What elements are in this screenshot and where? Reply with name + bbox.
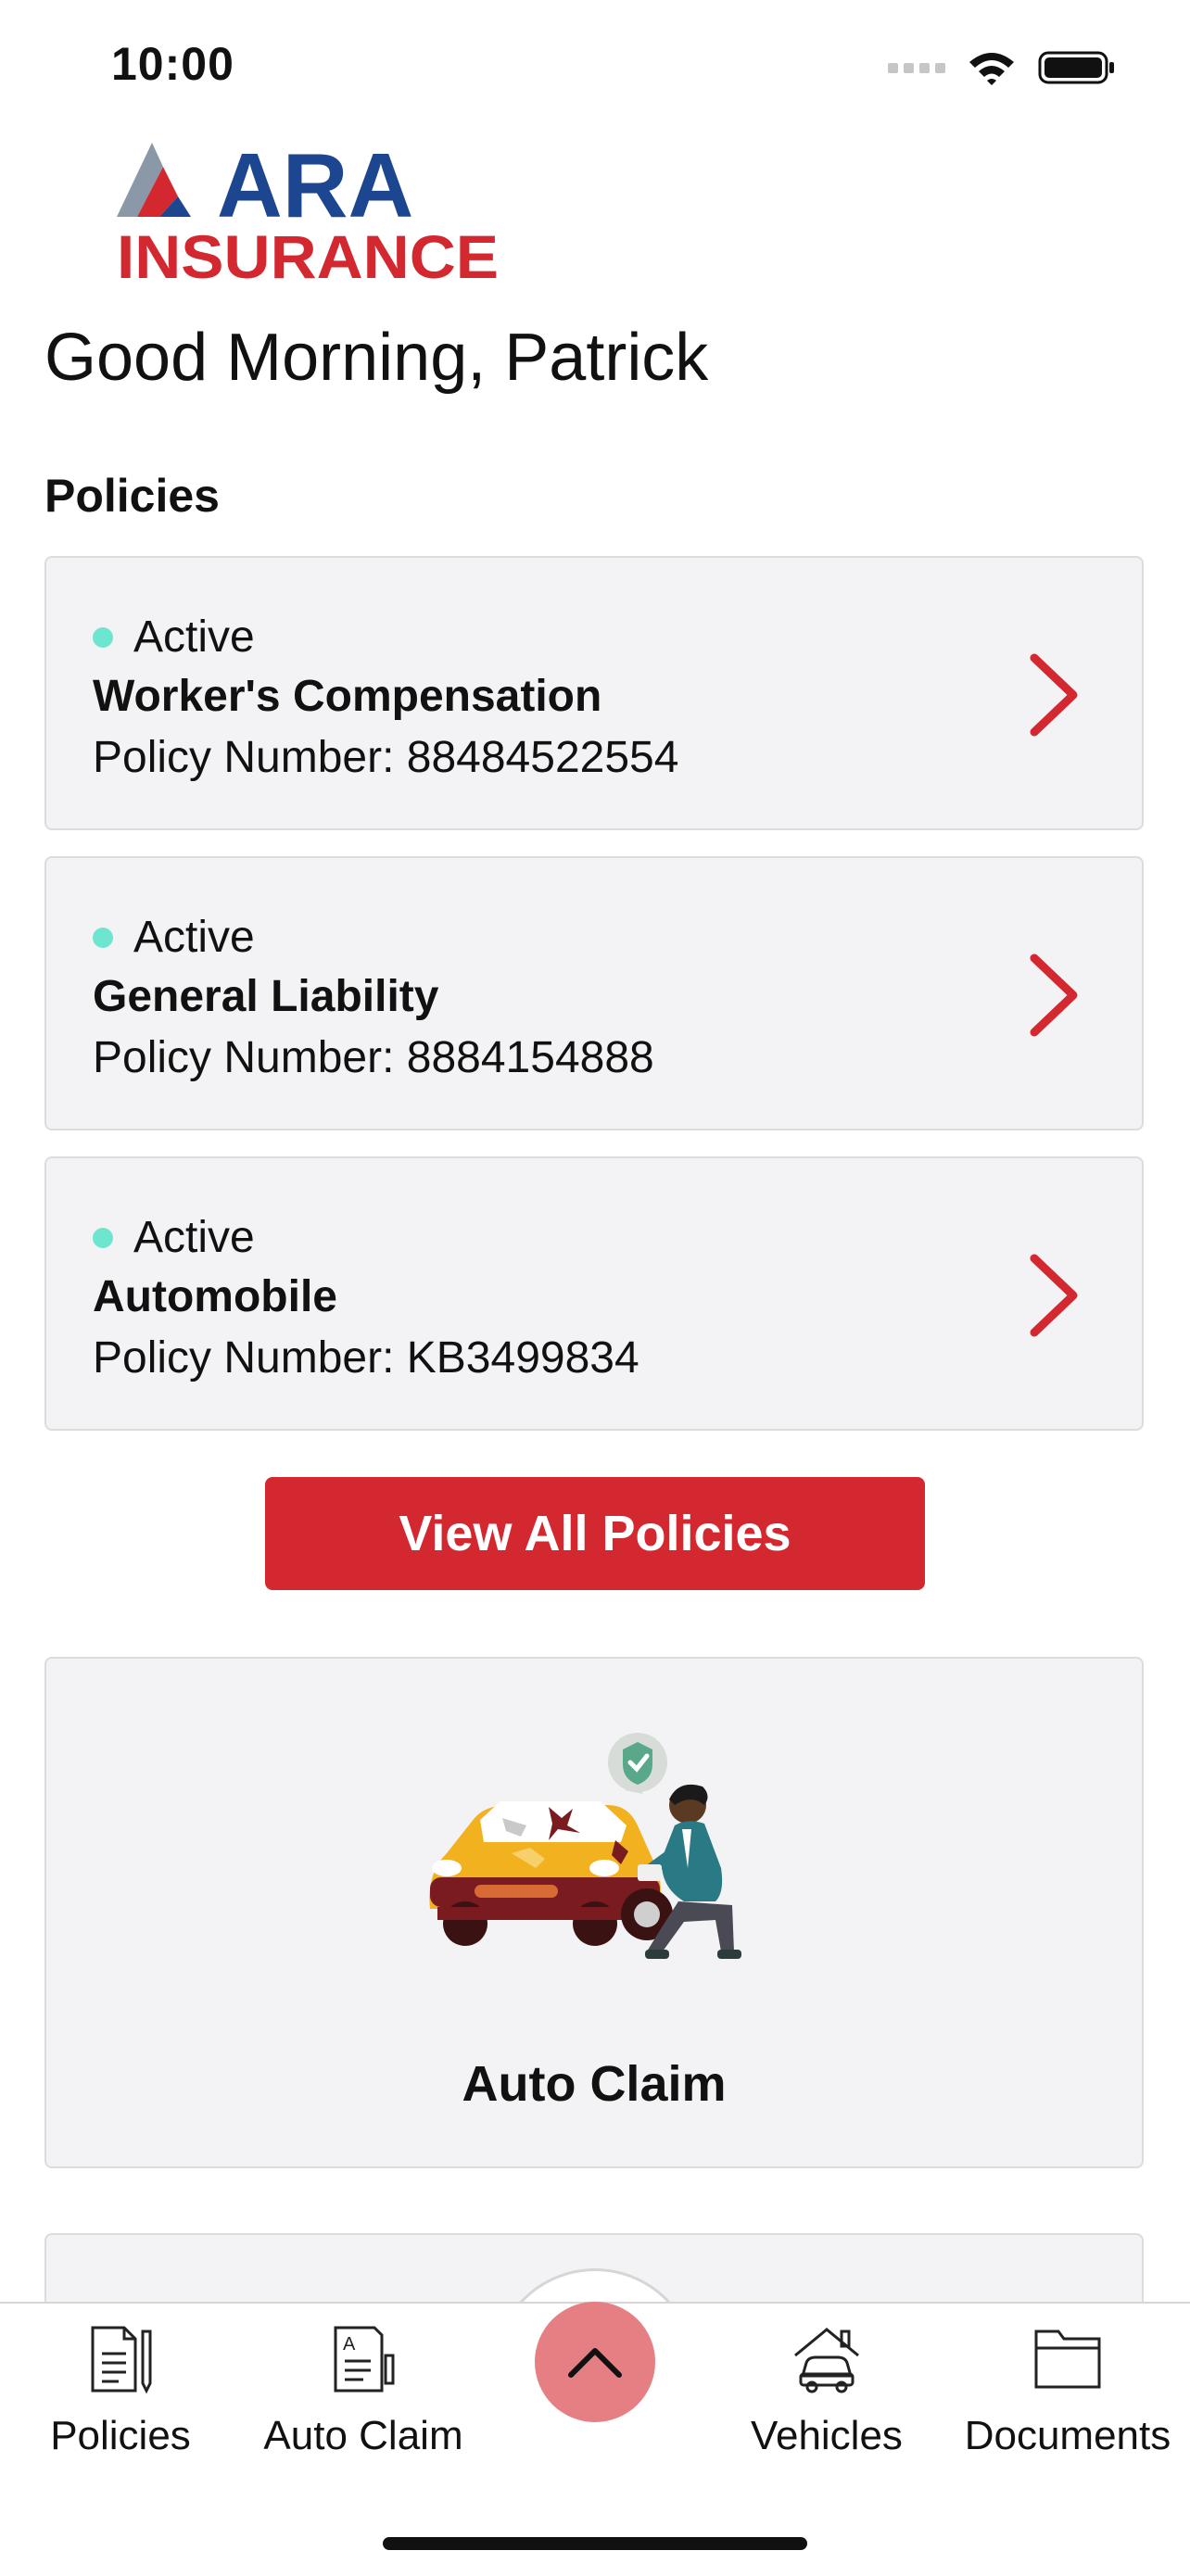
policy-status: Active [93,912,255,963]
policy-status: Active [93,1212,255,1263]
svg-text:INSURANCE: INSURANCE [117,222,499,287]
active-status-dot [93,1227,113,1248]
tab-auto-claim[interactable]: A Auto Claim [252,2322,475,2459]
chevron-right-icon[interactable] [1021,1251,1086,1340]
tab-label: Documents [964,2413,1171,2458]
cellular-signal-icon [888,62,945,73]
policy-card-automobile[interactable]: Active Automobile Policy Number: KB34998… [44,1156,1144,1431]
auto-claim-title: Auto Claim [462,2056,727,2112]
car-damage-illustration [429,1733,741,1959]
policy-number: Policy Number: KB3499834 [93,1333,639,1383]
policy-name: General Liability [93,972,439,1021]
policy-number: Policy Number: 88484522554 [93,733,679,782]
vehicles-icon [794,2328,859,2393]
home-indicator [383,2537,807,2550]
policy-card-workers-compensation[interactable]: Active Worker's Compensation Policy Numb… [44,556,1144,830]
chevron-right-icon[interactable] [1021,951,1086,1040]
policy-number: Policy Number: 8884154888 [93,1033,654,1082]
tab-documents[interactable]: Documents [956,2322,1179,2459]
policy-status: Active [93,612,255,663]
view-all-policies-button[interactable]: View All Policies [265,1477,925,1590]
wifi-icon [969,53,1014,85]
documents-icon [1034,2330,1101,2389]
tab-vehicles[interactable]: Vehicles [715,2322,938,2459]
policies-icon [91,2326,152,2394]
tab-label: Vehicles [751,2413,903,2458]
active-status-dot [93,927,113,948]
auto-claim-icon: A [334,2326,395,2393]
status-time: 10:00 [111,38,234,90]
policy-name: Worker's Compensation [93,672,602,721]
status-bar: 10:00 [0,0,1190,139]
active-status-dot [93,626,113,648]
svg-text:A: A [343,2334,356,2355]
expand-menu-button[interactable] [535,2302,655,2422]
policy-name: Automobile [93,1272,337,1321]
greeting: Good Morning, Patrick [44,321,709,395]
auto-claim-card[interactable]: Auto Claim [44,1657,1144,2168]
policy-card-general-liability[interactable]: Active General Liability Policy Number: … [44,856,1144,1130]
chevron-up-icon [568,2348,622,2378]
policies-section-title: Policies [44,470,220,522]
tab-label: Auto Claim [263,2413,463,2458]
status-icons [888,44,1116,91]
tab-policies[interactable]: Policies [9,2322,232,2459]
tab-label: Policies [50,2413,191,2458]
chevron-right-icon[interactable] [1021,650,1086,739]
ara-insurance-logo: ARA INSURANCE [117,139,499,287]
battery-icon [1038,51,1114,84]
